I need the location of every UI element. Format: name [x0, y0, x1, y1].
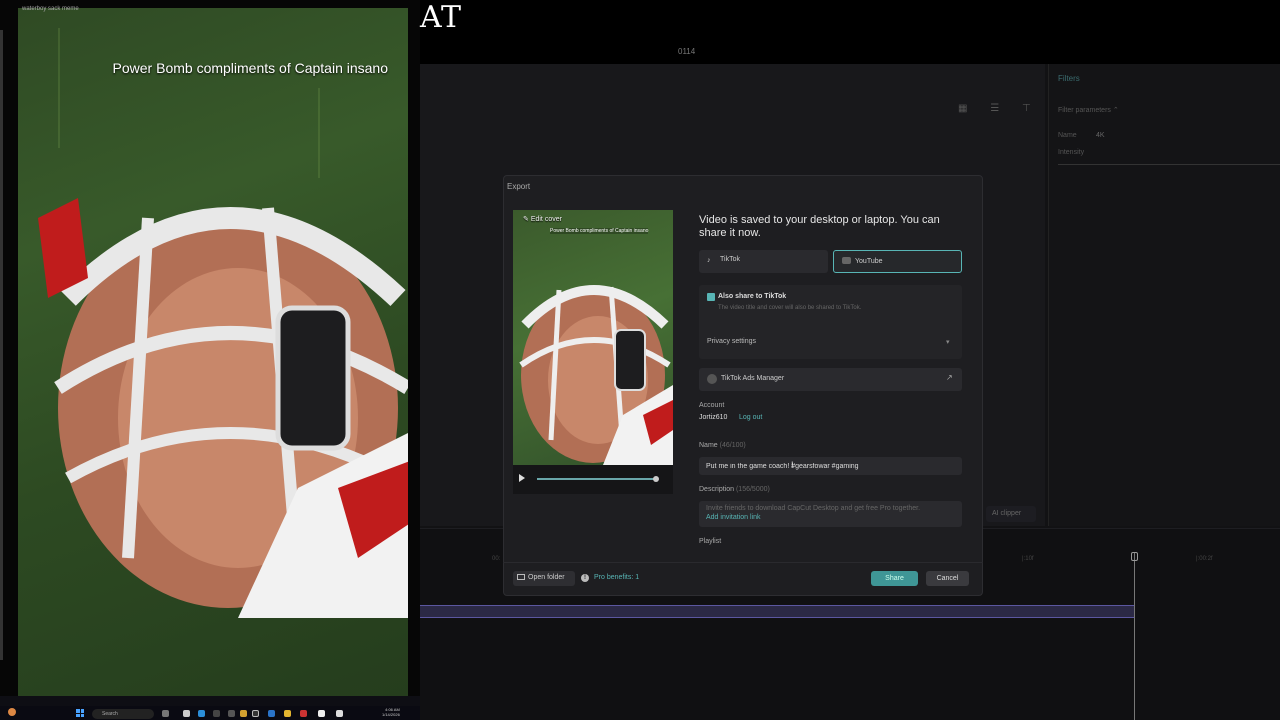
video-frame[interactable]: Power Bomb compliments of Captain insano: [18, 8, 408, 696]
youtube-label: YouTube: [855, 258, 883, 265]
video-title: waterboy sack meme: [22, 6, 79, 12]
add-invitation-link[interactable]: Add invitation link: [706, 514, 760, 521]
chevron-down-icon[interactable]: ▾: [946, 338, 950, 346]
playhead-handle[interactable]: [1131, 552, 1138, 561]
open-folder-label: Open folder: [528, 574, 565, 581]
grass-texture: [58, 28, 60, 148]
preview-toolbar[interactable]: ▦ ☰ ⊤: [958, 103, 1041, 114]
tiktok-icon[interactable]: [318, 710, 325, 717]
cancel-button[interactable]: Cancel: [926, 571, 969, 586]
name-char-count: (46/100): [719, 442, 746, 449]
video-name-input[interactable]: [699, 457, 962, 475]
share-button[interactable]: Share: [871, 571, 918, 586]
timeline-clip[interactable]: [420, 605, 1135, 618]
thumbnail-caption: Power Bomb compliments of Captain insano: [550, 228, 649, 234]
weather-icon[interactable]: [8, 708, 16, 716]
timeline-tick: |:10f: [1022, 556, 1034, 562]
youtube-tab[interactable]: YouTube: [833, 250, 962, 273]
name-label: Name (46/100): [699, 442, 746, 449]
folder-icon: [517, 574, 525, 580]
youtube-icon: [842, 257, 851, 264]
text-cursor-icon: I: [791, 460, 794, 470]
info-icon: !: [581, 574, 589, 582]
scrubber-handle[interactable]: [653, 476, 659, 482]
app-icon[interactable]: [268, 710, 275, 717]
also-share-label: Also share to TikTok: [718, 293, 787, 300]
timeline-tick: |:00:2f: [1196, 556, 1213, 562]
name-label-text: Name: [699, 442, 718, 449]
save-message: Video is saved to your desktop or laptop…: [699, 214, 940, 239]
preview-scrubber[interactable]: [537, 478, 657, 480]
external-link-icon[interactable]: ↗: [946, 373, 953, 382]
football-player-image: [38, 198, 408, 618]
ai-clipper-button[interactable]: AI clipper: [986, 506, 1036, 522]
privacy-settings-dropdown[interactable]: Privacy settings: [707, 338, 756, 345]
filter-name-value: 4K: [1096, 132, 1105, 139]
tiktok-tab[interactable]: ♪ TikTok: [699, 250, 828, 273]
video-caption: Power Bomb compliments of Captain insano: [112, 60, 388, 76]
filter-intensity-label: Intensity: [1058, 149, 1085, 156]
video-side-bar: [0, 30, 3, 660]
play-icon[interactable]: [519, 474, 525, 482]
edit-cover-button[interactable]: ✎ Edit cover: [523, 215, 562, 223]
account-username: Jortiz610: [699, 414, 728, 421]
logo-text: AT: [420, 0, 463, 35]
dialog-divider: [503, 562, 983, 563]
search-label: Search: [102, 711, 118, 717]
app-icon[interactable]: [183, 710, 190, 717]
taskbar-clock[interactable]: 4:06 AM 1/14/2026: [382, 707, 400, 717]
filter-parameters-header[interactable]: Filter parameters ⌃: [1058, 106, 1119, 114]
app-icon[interactable]: [213, 710, 220, 717]
task-view-icon[interactable]: [162, 710, 169, 717]
app-icon[interactable]: [284, 710, 291, 717]
file-explorer-icon[interactable]: [240, 710, 247, 717]
app-icon[interactable]: [300, 710, 307, 717]
tiktok-label: TikTok: [720, 256, 740, 263]
timeline-tick: 00:: [492, 556, 501, 562]
taskbar-search[interactable]: Search: [92, 709, 154, 719]
dialog-title: Export: [507, 182, 531, 191]
clock-date: 1/14/2026: [382, 712, 400, 717]
taskbar: [0, 706, 420, 720]
app-icon[interactable]: [252, 710, 259, 717]
cover-thumbnail[interactable]: [513, 210, 673, 465]
open-folder-button[interactable]: Open folder: [513, 571, 575, 586]
edit-cover-label: Edit cover: [530, 216, 562, 223]
also-share-checkbox[interactable]: [707, 293, 715, 301]
timecode: 0114: [678, 47, 696, 56]
edge-icon[interactable]: [198, 710, 205, 717]
intensity-slider[interactable]: [1058, 164, 1280, 165]
log-out-link[interactable]: Log out: [739, 414, 762, 421]
description-label: Description (156/5000): [699, 486, 770, 493]
description-label-text: Description: [699, 486, 735, 493]
windows-start-icon[interactable]: [76, 709, 84, 717]
description-char-count: (156/5000): [735, 486, 770, 493]
video-player-panel: Power Bomb compliments of Captain insano…: [0, 0, 420, 720]
capcut-icon[interactable]: [336, 710, 343, 717]
playlist-label: Playlist: [699, 538, 722, 545]
screen: Power Bomb compliments of Captain insano…: [0, 0, 1280, 720]
ads-manager-icon: [707, 374, 717, 384]
properties-panel: [1048, 64, 1280, 526]
tab-filters[interactable]: Filters: [1058, 74, 1080, 83]
tiktok-icon: ♪: [707, 257, 711, 264]
app-icon[interactable]: [228, 710, 235, 717]
playhead[interactable]: [1134, 553, 1135, 720]
pro-benefits-link[interactable]: Pro benefits: 1: [594, 574, 639, 581]
description-text: Invite friends to download CapCut Deskto…: [706, 505, 921, 512]
filter-name-label: Name: [1058, 132, 1077, 139]
account-label: Account: [699, 402, 725, 409]
ads-manager-label: TikTok Ads Manager: [721, 375, 785, 382]
thumbnail-image: [519, 285, 673, 465]
also-share-description: The video title and cover will also be s…: [718, 305, 862, 311]
